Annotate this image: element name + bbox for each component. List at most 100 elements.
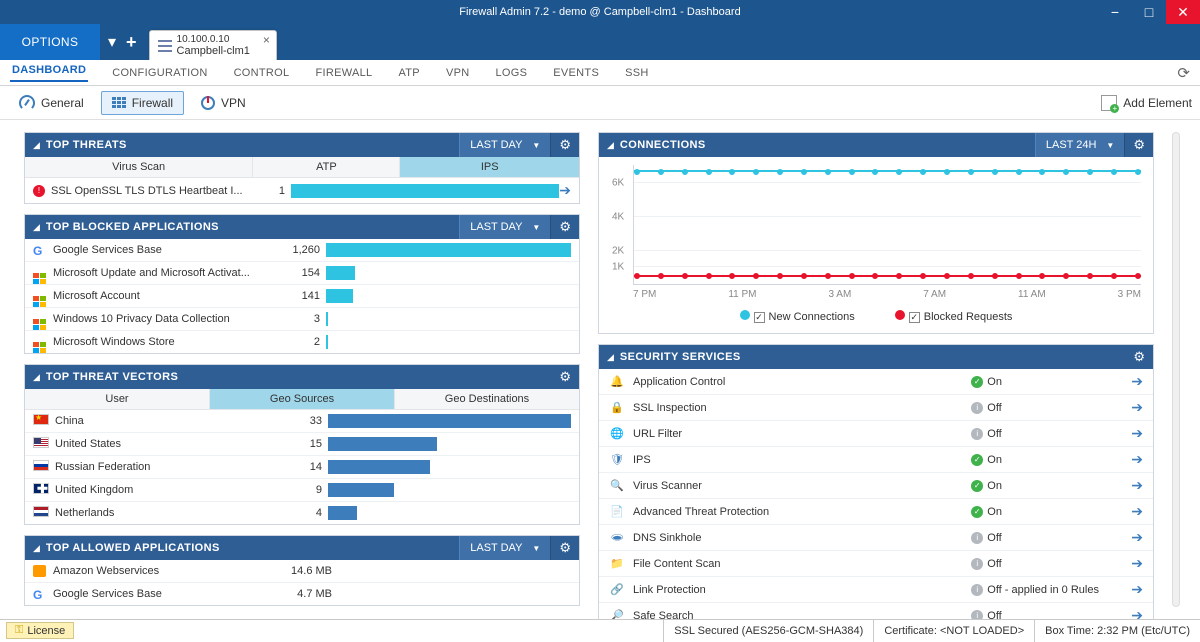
tab-geo-destinations[interactable]: Geo Destinations	[395, 389, 579, 409]
gear-icon[interactable]: ⚙	[1133, 137, 1145, 153]
nav-vpn[interactable]: VPN	[444, 67, 472, 79]
gear-icon[interactable]: ⚙	[559, 369, 571, 385]
tab-atp[interactable]: ATP	[253, 157, 400, 177]
panel-title: TOP THREATS	[46, 139, 459, 151]
service-detail-arrow-icon[interactable]: ➔	[1131, 399, 1143, 416]
service-detail-arrow-icon[interactable]: ➔	[1131, 555, 1143, 572]
nav-configuration[interactable]: CONFIGURATION	[110, 67, 209, 79]
legend-new-connections[interactable]: ✓New Connections	[740, 310, 855, 323]
y-tick: 1K	[612, 262, 624, 273]
service-detail-arrow-icon[interactable]: ➔	[1131, 373, 1143, 390]
collapse-icon[interactable]: ◢	[33, 543, 40, 554]
tab-user[interactable]: User	[25, 389, 210, 409]
tab-host: Campbell-clm1	[177, 45, 250, 57]
gear-icon[interactable]: ⚙	[1133, 349, 1145, 365]
subtab-firewall[interactable]: Firewall	[101, 91, 184, 115]
service-status: ✓On	[971, 480, 1131, 492]
tab-ips[interactable]: IPS	[400, 157, 579, 177]
collapse-icon[interactable]: ◢	[33, 372, 40, 383]
window-maximize-button[interactable]: □	[1132, 0, 1166, 24]
service-status: iOff	[971, 428, 1131, 440]
service-icon: 🔗	[609, 583, 625, 596]
app-count: 1,260	[278, 244, 326, 256]
service-name: Advanced Threat Protection	[633, 506, 971, 518]
gauge-icon	[19, 95, 35, 111]
y-tick: 4K	[612, 212, 624, 223]
nav-events[interactable]: EVENTS	[551, 67, 601, 79]
collapse-icon[interactable]: ◢	[33, 140, 40, 151]
range-selector[interactable]: LAST DAY▼	[459, 215, 551, 239]
app-icon	[33, 565, 47, 577]
legend-blocked-requests[interactable]: ✓Blocked Requests	[895, 310, 1013, 323]
options-button[interactable]: OPTIONS	[0, 24, 100, 60]
service-status: iOff	[971, 558, 1131, 570]
add-element-label: Add Element	[1123, 96, 1192, 110]
nav-logs[interactable]: LOGS	[493, 67, 529, 79]
service-detail-arrow-icon[interactable]: ➔	[1131, 581, 1143, 598]
vector-row: United Kingdom9	[25, 479, 579, 502]
app-icon	[33, 290, 47, 302]
range-selector[interactable]: LAST DAY▼	[459, 536, 551, 560]
scrollbar[interactable]	[1172, 132, 1180, 607]
nav-firewall[interactable]: FIREWALL	[313, 67, 374, 79]
x-tick: 11 PM	[728, 289, 756, 300]
app-icon: G	[33, 244, 47, 256]
window-title: Firewall Admin 7.2 - demo @ Campbell-clm…	[459, 6, 740, 18]
gear-icon[interactable]: ⚙	[559, 540, 571, 556]
dropdown-icon[interactable]: ▾	[108, 32, 116, 52]
tab-virus-scan[interactable]: Virus Scan	[25, 157, 253, 177]
nav-ssh[interactable]: SSH	[623, 67, 651, 79]
service-detail-arrow-icon[interactable]: ➔	[1131, 529, 1143, 546]
range-selector[interactable]: LAST DAY▼	[459, 133, 551, 157]
refresh-icon[interactable]: ⟳	[1177, 64, 1190, 82]
panel-title: TOP THREAT VECTORS	[46, 371, 524, 383]
service-detail-arrow-icon[interactable]: ➔	[1131, 425, 1143, 442]
detail-arrow-icon[interactable]: ➔	[559, 182, 571, 199]
x-tick: 3 PM	[1118, 289, 1141, 300]
vector-row: United States15	[25, 433, 579, 456]
key-icon: ⚿	[15, 624, 23, 637]
tab-geo-sources[interactable]: Geo Sources	[210, 389, 395, 409]
subtab-vpn[interactable]: VPN	[190, 91, 257, 115]
x-tick: 3 AM	[828, 289, 851, 300]
service-detail-arrow-icon[interactable]: ➔	[1131, 503, 1143, 520]
allowed-app-row: Amazon Webservices14.6 MB	[25, 560, 579, 583]
country-count: 9	[280, 484, 328, 496]
gear-icon[interactable]: ⚙	[559, 137, 571, 153]
nav-control[interactable]: CONTROL	[232, 67, 292, 79]
collapse-icon[interactable]: ◢	[607, 140, 614, 151]
collapse-icon[interactable]: ◢	[607, 352, 614, 363]
country-label: China	[55, 415, 280, 427]
service-row: 🔔Application Control✓On➔	[599, 369, 1153, 395]
window-minimize-button[interactable]: −	[1098, 0, 1132, 24]
service-row: 📄Advanced Threat Protection✓On➔	[599, 499, 1153, 525]
service-status: iOff	[971, 610, 1131, 620]
service-name: SSL Inspection	[633, 402, 971, 414]
collapse-icon[interactable]: ◢	[33, 222, 40, 233]
nav-atp[interactable]: ATP	[396, 67, 421, 79]
gear-icon[interactable]: ⚙	[559, 219, 571, 235]
main-nav: DASHBOARD CONFIGURATION CONTROL FIREWALL…	[0, 60, 1200, 86]
service-icon: 🔍	[609, 479, 625, 492]
x-tick: 11 AM	[1018, 289, 1046, 300]
add-icon[interactable]: +	[126, 32, 137, 53]
allowed-app-row: GGoogle Services Base4.7 MB	[25, 583, 579, 605]
range-selector[interactable]: LAST 24H▼	[1035, 133, 1125, 157]
window-close-button[interactable]: ✕	[1166, 0, 1200, 24]
connection-tab[interactable]: 10.100.0.10 Campbell-clm1 ×	[149, 30, 277, 60]
vpn-icon	[201, 96, 215, 110]
panel-top-threats: ◢ TOP THREATS LAST DAY▼ ⚙ Virus Scan ATP…	[24, 132, 580, 204]
service-row: 🔒SSL InspectioniOff➔	[599, 395, 1153, 421]
service-detail-arrow-icon[interactable]: ➔	[1131, 607, 1143, 619]
service-detail-arrow-icon[interactable]: ➔	[1131, 477, 1143, 494]
subtab-vpn-label: VPN	[221, 96, 246, 110]
service-detail-arrow-icon[interactable]: ➔	[1131, 451, 1143, 468]
nav-dashboard[interactable]: DASHBOARD	[10, 64, 88, 82]
add-element-button[interactable]: + Add Element	[1101, 95, 1192, 111]
status-box-time: Box Time: 2:32 PM (Etc/UTC)	[1034, 620, 1200, 642]
service-row: 🕳DNS SinkholeiOff➔	[599, 525, 1153, 551]
subtab-general[interactable]: General	[8, 90, 95, 116]
tab-close-icon[interactable]: ×	[263, 33, 270, 47]
license-button[interactable]: ⚿ License	[6, 622, 74, 639]
threat-count: 1	[261, 185, 291, 197]
